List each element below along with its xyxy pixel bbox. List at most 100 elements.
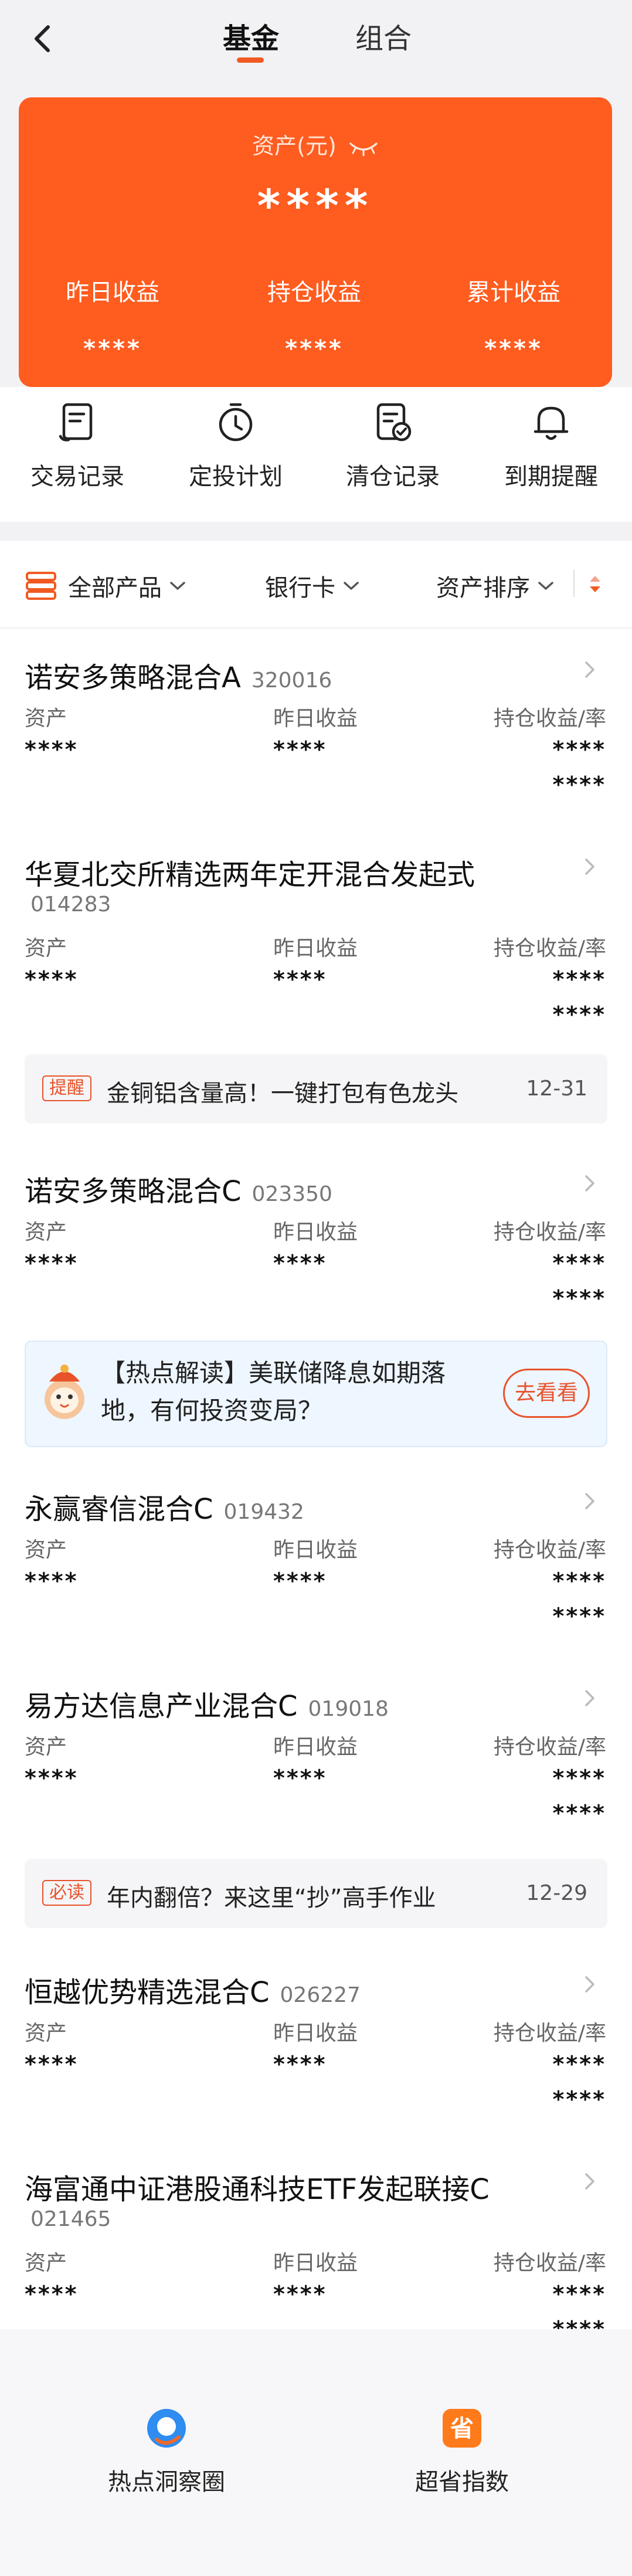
fund-holding-value: **** — [552, 2051, 606, 2077]
fund-yesterday-value: **** — [273, 737, 327, 762]
bell-icon — [534, 406, 569, 440]
fund-yesterday-value: **** — [273, 1765, 327, 1791]
fund-holding-value: **** — [552, 1250, 606, 1276]
filter-divider — [573, 570, 575, 597]
bank-card-filter[interactable]: 银行卡 — [265, 569, 360, 603]
hot-insight-circle-button[interactable]: 热点洞察圈 — [61, 2405, 272, 2497]
col-yesterday-header: 昨日收益 — [273, 2021, 358, 2045]
fund-code: 019018 — [308, 1697, 389, 1721]
view-hot-topic-button[interactable]: 去看看 — [503, 1369, 590, 1418]
fund-code: 023350 — [252, 1182, 332, 1206]
quick-actions: 交易记录 定投计划 清仓记录 到期提醒 — [0, 387, 632, 522]
fund-yesterday-value: **** — [273, 1250, 327, 1276]
fund-asset-value: **** — [25, 737, 79, 762]
fund-name: 华夏北交所精选两年定开混合发起式 — [25, 858, 475, 891]
sort-order-icon[interactable] — [586, 573, 604, 595]
fund-holding-rate: **** — [552, 2086, 606, 2112]
fund-holding-value: **** — [552, 1765, 606, 1791]
fund-name-line: 诺安多策略混合C 023350 — [25, 1168, 332, 1209]
metric-label: 累计收益 — [467, 279, 560, 306]
asset-total-value: **** — [257, 179, 374, 232]
expiry-reminder-button[interactable]: 到期提醒 — [487, 401, 616, 491]
hot-topic-text: 【热点解读】美联储降息如期落 地，有何投资变局？ — [101, 1355, 511, 1430]
filter-bar: 全部产品 银行卡 资产排序 — [0, 541, 632, 629]
metric-label: 持仓收益 — [267, 279, 361, 306]
hot-topic-line-1: 【热点解读】美联储降息如期落 — [101, 1359, 446, 1387]
bottom-bar: 热点洞察圈 省 超省指数 — [0, 2329, 632, 2576]
quick-action-label: 到期提醒 — [504, 463, 598, 490]
asset-sort-filter[interactable]: 资产排序 — [436, 569, 555, 603]
notice-banner[interactable]: 提醒 金铜铝含量高！一键打包有色龙头 12-31 — [25, 1054, 607, 1124]
notice-date: 12-31 — [526, 1077, 587, 1101]
fund-row[interactable]: 诺安多策略混合C 023350 资产 昨日收益 持仓收益/率 **** **** … — [0, 1168, 632, 1338]
fund-yesterday-value: **** — [273, 2051, 327, 2077]
chevron-right-icon — [585, 1690, 594, 1706]
col-holding-header: 持仓收益/率 — [493, 1538, 606, 1562]
fund-asset-value: **** — [25, 1250, 79, 1276]
back-button[interactable] — [26, 21, 61, 56]
fund-list: 诺安多策略混合A 320016 资产 昨日收益 持仓收益/率 **** **** … — [0, 629, 632, 2342]
metric-value: **** — [83, 335, 142, 362]
fund-yesterday-value: **** — [273, 1568, 327, 1594]
bottom-item-label: 超省指数 — [415, 2469, 509, 2496]
fund-holding-rate: **** — [552, 1285, 606, 1311]
notice-tag: 提醒 — [42, 1075, 91, 1101]
fund-holding-value: **** — [552, 1568, 606, 1594]
col-asset-header: 资产 — [25, 2251, 67, 2275]
tab-portfolio[interactable]: 组合 — [355, 15, 412, 56]
fund-row[interactable]: 诺安多策略混合A 320016 资产 昨日收益 持仓收益/率 **** **** … — [0, 654, 632, 824]
fund-name-line: 永赢睿信混合C 019432 — [25, 1486, 304, 1527]
stack-icon — [26, 572, 56, 600]
col-asset-header: 资产 — [25, 707, 67, 731]
fund-holding-rate: **** — [552, 772, 606, 797]
fund-name-line: 恒越优势精选混合C 026227 — [25, 1969, 361, 2010]
save-index-glyph: 省 — [450, 2415, 474, 2442]
trade-records-button[interactable]: 交易记录 — [13, 401, 142, 491]
fund-holding-value: **** — [552, 2281, 606, 2307]
fund-code: 026227 — [280, 1983, 361, 2007]
chevron-right-icon — [585, 1976, 594, 1993]
quick-action-label: 清仓记录 — [346, 463, 440, 490]
fund-row[interactable]: 华夏北交所精选两年定开混合发起式 014283 资产 昨日收益 持仓收益/率 *… — [0, 851, 632, 1045]
col-asset-header: 资产 — [25, 936, 67, 961]
fund-code: 019432 — [223, 1500, 304, 1524]
chevron-right-icon — [585, 2173, 594, 2190]
col-asset-header: 资产 — [25, 1220, 67, 1244]
notice-banner[interactable]: 必读 年内翻倍？来这里“抄”高手作业 12-29 — [25, 1859, 607, 1928]
fund-holdings-page: 基金 组合 资产(元) **** 昨日收益 **** 持仓收益 **** 累计收… — [0, 0, 632, 2576]
hot-topic-card[interactable]: 【热点解读】美联储降息如期落 地，有何投资变局？ 去看看 — [25, 1340, 607, 1447]
save-index-button[interactable]: 省 超省指数 — [356, 2405, 568, 2497]
col-holding-header: 持仓收益/率 — [493, 1220, 606, 1244]
metric-holding: 持仓收益 **** — [226, 273, 402, 362]
col-yesterday-header: 昨日收益 — [273, 1220, 358, 1244]
fund-row[interactable]: 恒越优势精选混合C 026227 资产 昨日收益 持仓收益/率 **** ****… — [0, 1969, 632, 2139]
fund-row[interactable]: 永赢睿信混合C 019432 资产 昨日收益 持仓收益/率 **** **** *… — [0, 1486, 632, 1656]
chevron-right-icon — [585, 858, 594, 875]
metric-cumulative: 累计收益 **** — [426, 273, 602, 362]
fund-name: 海富通中证港股通科技ETF发起联接C — [25, 2173, 490, 2206]
sip-plan-button[interactable]: 定投计划 — [171, 401, 300, 491]
save-index-icon: 省 — [443, 2409, 481, 2448]
tab-fund[interactable]: 基金 — [223, 15, 279, 56]
document-list-icon — [59, 403, 93, 442]
col-yesterday-header: 昨日收益 — [273, 936, 358, 961]
fund-holding-rate: **** — [552, 1800, 606, 1826]
fund-name: 永赢睿信混合C — [25, 1493, 213, 1526]
fund-name-line: 诺安多策略混合A 320016 — [25, 654, 332, 695]
col-holding-header: 持仓收益/率 — [493, 2251, 606, 2275]
product-filter[interactable]: 全部产品 — [25, 569, 186, 603]
fund-asset-value: **** — [25, 2051, 79, 2077]
fund-holding-rate: **** — [552, 1002, 606, 1027]
fund-row[interactable]: 易方达信息产业混合C 019018 资产 昨日收益 持仓收益/率 **** ***… — [0, 1683, 632, 1853]
bottom-item-label: 热点洞察圈 — [108, 2469, 225, 2496]
fund-holding-value: **** — [552, 966, 606, 992]
col-holding-header: 持仓收益/率 — [493, 936, 606, 961]
quick-action-label: 定投计划 — [189, 463, 283, 490]
col-yesterday-header: 昨日收益 — [273, 707, 358, 731]
timer-icon — [219, 403, 253, 442]
notice-text: 金铜铝含量高！一键打包有色龙头 — [107, 1080, 458, 1107]
fund-name: 易方达信息产业混合C — [25, 1690, 298, 1723]
liquidation-records-button[interactable]: 清仓记录 — [328, 401, 457, 491]
chevron-right-icon — [585, 1493, 594, 1509]
eye-closed-icon[interactable] — [348, 139, 379, 157]
